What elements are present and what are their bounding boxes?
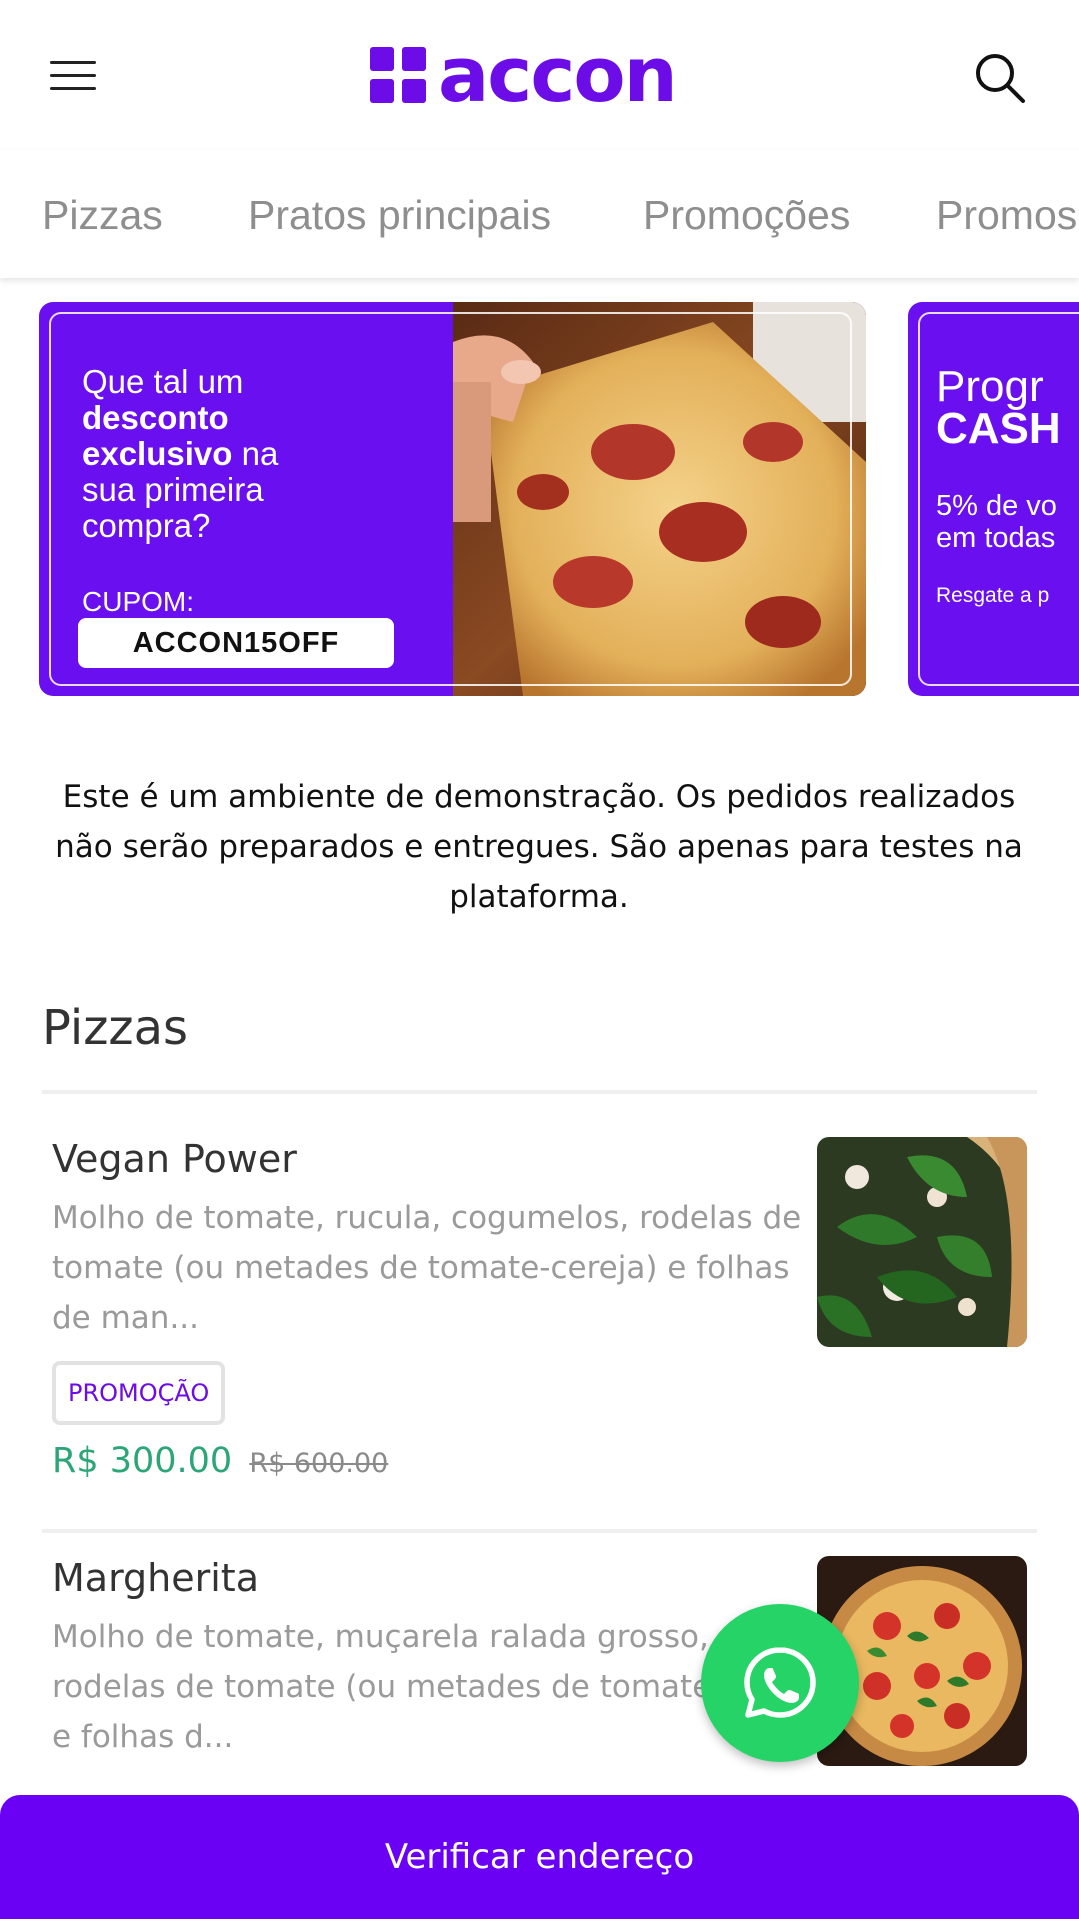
whatsapp-icon — [744, 1647, 816, 1718]
banner-coupon[interactable]: Que tal um desconto exclusivo na sua pri… — [39, 302, 866, 696]
product-image — [817, 1137, 1027, 1347]
product-name: Margherita — [52, 1556, 259, 1600]
coupon-code: ACCON15OFF — [78, 618, 394, 668]
banner-cashback-note: Resgate a p — [936, 584, 1050, 607]
tab-pizzas[interactable]: Pizzas — [42, 192, 163, 239]
product-divider — [42, 1529, 1037, 1533]
brand-logo[interactable]: accon — [368, 30, 678, 119]
tab-promocoes[interactable]: Promoções — [643, 192, 850, 239]
product-card-margherita[interactable]: Margherita Molho de tomate, muçarela ral… — [42, 1556, 1037, 1796]
product-description: Molho de tomate, rucula, cogumelos, rode… — [52, 1200, 802, 1336]
old-price: R$ 600.00 — [249, 1448, 389, 1479]
coupon-label: CUPOM: — [82, 586, 194, 617]
section-title: Pizzas — [42, 1000, 189, 1056]
category-tabs: Pizzas Pratos principais Promoções Promo… — [0, 150, 1079, 278]
banner-cashback[interactable]: Progr CASH 5% de vo em todas Resgate a p — [908, 302, 1079, 696]
search-icon[interactable] — [972, 50, 1028, 106]
current-price: R$ 300.00 — [52, 1441, 233, 1481]
whatsapp-button[interactable] — [701, 1604, 859, 1762]
tab-promos[interactable]: Promos — [936, 192, 1077, 239]
product-price: R$ 300.00 R$ 600.00 — [52, 1441, 388, 1481]
hamburger-menu-icon[interactable] — [46, 56, 100, 96]
banner-coupon-text: Que tal um desconto exclusivo na sua pri… — [82, 363, 279, 544]
app-header: accon — [0, 0, 1079, 150]
product-name: Vegan Power — [52, 1137, 297, 1181]
section-divider — [42, 1090, 1037, 1094]
banner-carousel[interactable]: Que tal um desconto exclusivo na sua pri… — [0, 300, 1079, 696]
tab-pratos-principais[interactable]: Pratos principais — [248, 192, 551, 239]
demo-notice: Este é um ambiente de demonstração. Os p… — [55, 779, 1023, 915]
banner-cashback-title: Progr CASH — [936, 362, 1061, 453]
logo-mark-icon — [370, 47, 426, 103]
logo-text: accon — [438, 30, 678, 119]
product-card-vegan-power[interactable]: Vegan Power Molho de tomate, rucula, cog… — [42, 1137, 1037, 1481]
banner-cashback-subtitle: 5% de vo em todas — [936, 490, 1057, 554]
pizza-slice-photo — [453, 302, 866, 696]
promo-badge: PROMOÇÃO — [52, 1361, 226, 1425]
verify-address-button[interactable]: Verificar endereço — [0, 1795, 1079, 1919]
